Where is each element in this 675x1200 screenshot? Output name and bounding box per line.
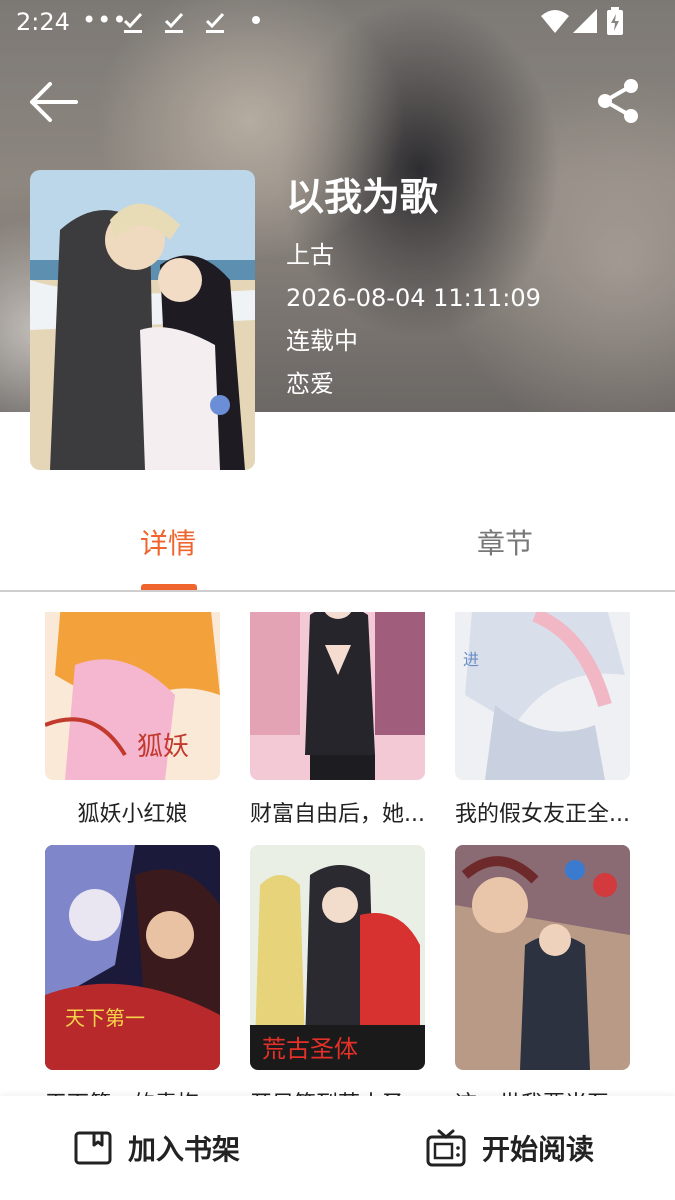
comic-cover-image: 进 (455, 612, 630, 780)
book-cover-image (30, 170, 255, 470)
status-bar: 2:24 ••• (0, 0, 675, 46)
comic-cover-image: 狐妖 (45, 612, 220, 780)
book-updated-time: 2026-08-04 11:11:09 (286, 284, 541, 312)
add-to-shelf-label: 加入书架 (128, 1133, 241, 1166)
status-more-dots: ••• (82, 6, 128, 34)
cell-signal-icon (573, 9, 597, 33)
tab-chapters[interactable]: 章节 (477, 522, 533, 562)
tv-icon (426, 1129, 466, 1167)
comic-cover-image (250, 612, 425, 780)
svg-text:狐妖: 狐妖 (137, 732, 189, 762)
recommendation-grid: 狐妖 狐妖小红娘 财富自由后，她... 进 我的假女友正全... 天下第一 荒古… (0, 612, 675, 1097)
bottom-action-bar: 加入书架 开始阅读 (0, 1096, 675, 1200)
bookshelf-icon (74, 1131, 112, 1165)
tab-details[interactable]: 详情 (140, 522, 196, 562)
active-tab-indicator (141, 584, 197, 590)
list-item[interactable]: 狐妖 狐妖小红娘 (45, 612, 220, 828)
list-item[interactable]: 进 我的假女友正全... (455, 612, 630, 828)
battery-charging-icon (607, 7, 623, 35)
back-button[interactable] (26, 78, 82, 126)
tab-bar: 详情 章节 (0, 500, 675, 592)
arrow-left-icon (30, 82, 78, 122)
book-genre: 恋爱 (286, 370, 334, 398)
download-done-icon (123, 12, 143, 33)
wifi-icon (541, 10, 569, 33)
start-reading-label: 开始阅读 (482, 1133, 595, 1166)
download-done-icon (164, 12, 184, 33)
book-title: 以我为歌 (286, 175, 439, 219)
comic-title: 财富自由后，她... (250, 802, 425, 827)
book-author: 上古 (286, 241, 334, 269)
download-done-icon (205, 12, 225, 33)
status-time: 2:24 (16, 8, 70, 36)
comic-cover-image: 荒古圣体 (250, 845, 425, 1070)
comic-title: 狐妖小红娘 (77, 802, 188, 827)
notification-dot-icon (252, 16, 260, 24)
comic-cover-image (455, 845, 630, 1070)
share-icon (598, 79, 638, 123)
book-info: 以我为歌 上古 2026-08-04 11:11:09 连载中 恋爱 (286, 172, 541, 406)
list-item[interactable]: 荒古圣体 开局签到荒古圣... (250, 845, 425, 1097)
list-item[interactable]: 财富自由后，她... (250, 612, 425, 828)
book-detail-screen: 2:24 ••• 以我为歌 上古 2026-08-04 11:11:09 连载中… (0, 0, 675, 1200)
comic-cover-image: 天下第一 (45, 845, 220, 1070)
list-item[interactable]: 这一世我要当至... (455, 845, 630, 1097)
start-reading-button[interactable]: 开始阅读 (426, 1126, 594, 1170)
svg-text:进: 进 (463, 650, 479, 669)
book-status: 连载中 (286, 327, 358, 355)
list-item[interactable]: 天下第一 天下第一的青梅... (45, 845, 220, 1097)
svg-text:荒古圣体: 荒古圣体 (262, 1035, 358, 1063)
add-to-shelf-button[interactable]: 加入书架 (74, 1126, 240, 1170)
share-button[interactable] (594, 76, 644, 126)
svg-text:天下第一: 天下第一 (65, 1006, 145, 1030)
comic-title: 我的假女友正全... (455, 802, 630, 827)
